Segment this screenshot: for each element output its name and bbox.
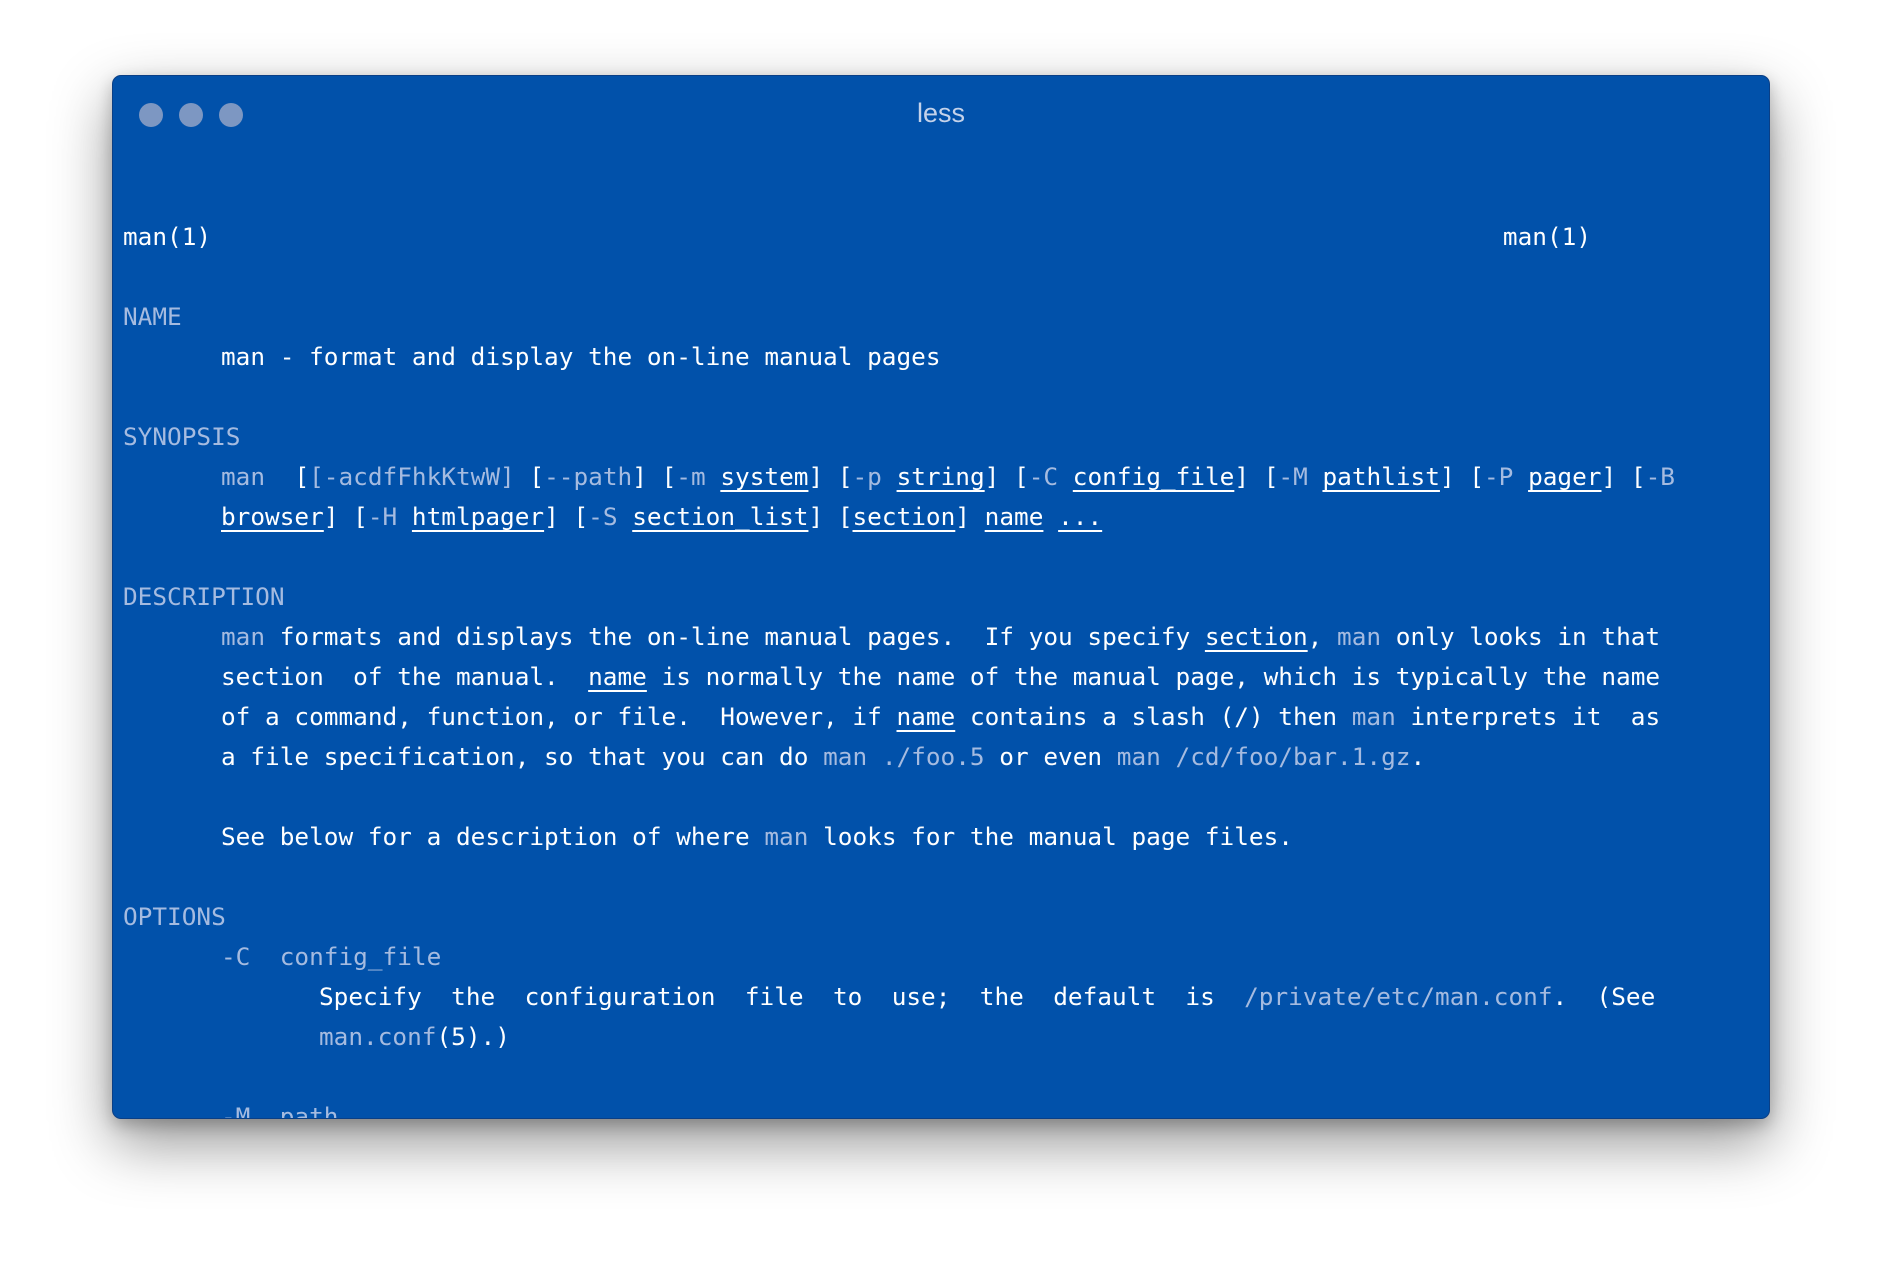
description-line-1: man formats and displays the on-line man… bbox=[221, 622, 1661, 651]
name-text: man - format and display the on-line man… bbox=[221, 342, 941, 371]
synopsis-cmd: man bbox=[221, 462, 266, 491]
description-line-5: See below for a description of where man… bbox=[221, 822, 1293, 851]
synopsis-line-2: browser] [-H htmlpager] [-S section_list… bbox=[221, 502, 1103, 531]
man-header-left: man(1) bbox=[123, 222, 212, 251]
section-heading-synopsis: SYNOPSIS bbox=[123, 422, 241, 451]
option-c-desc-line-2: man.conf(5).) bbox=[319, 1022, 510, 1051]
terminal-content[interactable]: man(1) NAME man - format and display the… bbox=[123, 217, 1675, 1119]
title-bar[interactable]: less bbox=[113, 76, 1769, 152]
terminal-window: less man(1) man(1) NAME man - format and… bbox=[112, 75, 1770, 1119]
option-c-desc-line-1: Specify the configuration file to use; t… bbox=[319, 982, 1656, 1011]
description-line-2: section of the manual. name is normally … bbox=[221, 662, 1661, 691]
window-title: less bbox=[916, 98, 965, 128]
synopsis-line-1: man [[-acdfFhkKtwW] [--path] [-m system]… bbox=[221, 462, 1675, 491]
synopsis-flags: [-acdfFhkKtwW] bbox=[309, 462, 515, 491]
section-heading-name: NAME bbox=[123, 302, 182, 331]
option-c-heading: -C config_file bbox=[221, 942, 442, 971]
description-line-3: of a command, function, or file. However… bbox=[221, 702, 1661, 731]
description-line-4: a file specification, so that you can do… bbox=[221, 742, 1426, 771]
section-heading-description: DESCRIPTION bbox=[123, 582, 285, 611]
option-m-heading: -M path bbox=[221, 1102, 339, 1119]
section-heading-options: OPTIONS bbox=[123, 902, 226, 931]
